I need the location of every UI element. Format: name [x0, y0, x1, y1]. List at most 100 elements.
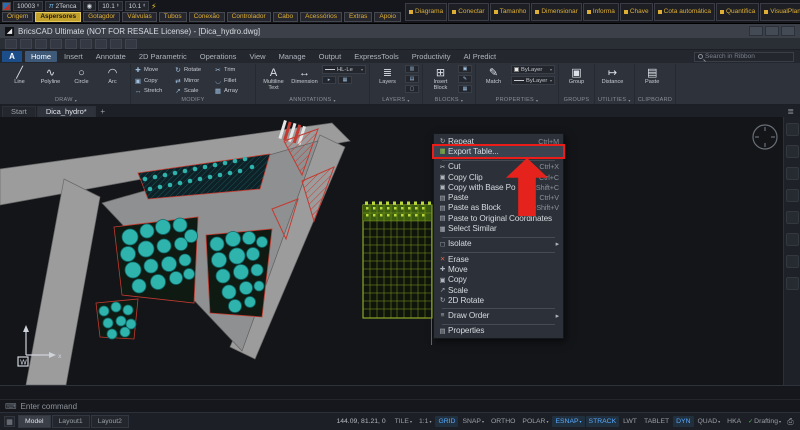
plugin-tab[interactable]: Tubos: [159, 12, 187, 22]
ribbon-small-button[interactable]: ↗ Scale: [174, 86, 212, 97]
pi-selector[interactable]: π2Tenca: [45, 1, 81, 11]
ribbon-big-button[interactable]: ╱ Line: [5, 65, 34, 86]
ribbon-search[interactable]: [694, 52, 794, 62]
model-space-canvas[interactable]: W x ↻ Repeat Ctrl+M ▸ ▦ Export Table... …: [0, 117, 800, 385]
ribbon-small-button[interactable]: ▣ Copy: [134, 76, 172, 87]
plugin-tool-button[interactable]: Quantifica: [716, 3, 759, 21]
plugin-tab[interactable]: Válvulas: [122, 12, 157, 22]
context-menu-item[interactable]: ▸: [442, 306, 555, 309]
spinner-icon[interactable]: ▴▾: [143, 4, 145, 8]
status-toggle[interactable]: ✓ POLAR ▾: [519, 416, 551, 427]
ribbon-big-button[interactable]: ↔ Dimension: [290, 65, 319, 92]
ribbon-tab[interactable]: Productivity: [406, 51, 457, 62]
context-menu-item[interactable]: ✚ Move ▸: [434, 264, 563, 274]
camera-button[interactable]: ◉: [83, 1, 97, 11]
ribbon-search-input[interactable]: [705, 53, 790, 60]
context-menu-item[interactable]: ▦ Select Similar ▸: [434, 223, 563, 233]
color-combo[interactable]: ByLayer▾: [511, 65, 555, 74]
context-menu-item[interactable]: ▸: [442, 158, 555, 161]
plugin-tab[interactable]: Apoio: [374, 12, 401, 22]
layers-button[interactable]: ≣Layers: [373, 65, 402, 86]
navigation-wheel[interactable]: [753, 125, 777, 149]
match-properties-button[interactable]: ✎Match: [479, 65, 508, 86]
publish-icon[interactable]: ⎙: [785, 416, 796, 427]
document-tab[interactable]: Dica_hydro*: [37, 106, 96, 117]
plugin-tab[interactable]: Aspersores: [35, 12, 81, 22]
ribbon-big-button[interactable]: ○ Circle: [67, 65, 96, 86]
edit-block-button[interactable]: ✎: [458, 75, 472, 83]
status-toggle[interactable]: ✓ DYN ▾: [673, 416, 693, 427]
ribbon-small-button[interactable]: ⇄ Mirror: [174, 76, 212, 87]
plugin-tab[interactable]: Acessórios: [300, 12, 342, 22]
ribbon-tab[interactable]: View: [243, 51, 271, 62]
plugin-tab[interactable]: Extras: [344, 12, 372, 22]
ribbon-tab[interactable]: Home: [25, 51, 57, 62]
lightning-icon[interactable]: ⚡: [151, 2, 157, 11]
status-toggle[interactable]: ✓ HKA ▾: [724, 416, 744, 427]
ribbon-tab[interactable]: AI Predict: [458, 51, 503, 62]
linetype-combo[interactable]: ByLayer▾: [511, 76, 555, 85]
context-menu-item[interactable]: ≡ Draw Order ▸: [434, 310, 563, 320]
ribbon-small-button[interactable]: ✚ Move: [134, 65, 172, 76]
leader-style-combo[interactable]: HL-Le▾: [322, 65, 366, 74]
drawing-viewport[interactable]: W x: [0, 117, 783, 385]
ribbon-tab[interactable]: Annotate: [90, 51, 132, 62]
group-button[interactable]: ▣Group: [562, 65, 591, 86]
spinner-icon[interactable]: ▴▾: [117, 4, 119, 8]
document-tab[interactable]: Start: [2, 106, 36, 117]
ribbon-tab[interactable]: Manage: [273, 51, 312, 62]
counter-field[interactable]: 10003▴▾: [13, 1, 43, 11]
context-menu-item[interactable]: ▸: [442, 250, 555, 253]
status-toggle[interactable]: ✓ STRACK ▾: [586, 416, 620, 427]
context-menu-item[interactable]: ▤ Properties ▸: [434, 326, 563, 336]
distance-button[interactable]: ↦Distance: [598, 65, 627, 86]
context-menu-item[interactable]: ▣ Copy with Base Point Ctrl+Shift+C ▸: [434, 182, 563, 192]
attach-button[interactable]: ▦: [458, 85, 472, 93]
ribbon-tab[interactable]: Output: [313, 51, 348, 62]
context-menu-item[interactable]: ✕ Erase ▸: [434, 254, 563, 264]
layout-browser-icon[interactable]: ▦: [4, 416, 15, 427]
layer-off-button[interactable]: ▢: [405, 85, 419, 93]
layer-state-button[interactable]: ▥: [405, 65, 419, 73]
context-menu-item[interactable]: ↻ Repeat Ctrl+M ▸: [434, 136, 563, 146]
status-toggle[interactable]: ✓ GRID ▾: [435, 416, 458, 427]
context-menu-item[interactable]: ↻ 2D Rotate ▸: [434, 295, 563, 305]
context-menu-item[interactable]: ◻ Isolate ▸: [434, 239, 563, 249]
plugin-tool-button[interactable]: Chave: [620, 3, 653, 21]
ribbon-small-button[interactable]: ↔ Stretch: [134, 86, 172, 97]
insert-block-button[interactable]: ⊞Insert Block: [426, 65, 455, 92]
context-menu-item[interactable]: ▸: [442, 322, 555, 325]
plugin-tool-button[interactable]: VisualPlan: [760, 3, 800, 21]
size-field-2[interactable]: 10.1▴▾: [125, 1, 149, 11]
table-button[interactable]: ▦: [338, 76, 352, 84]
status-toggle[interactable]: ✓ 1:1 ▾: [416, 416, 434, 427]
plugin-tool-button[interactable]: Cota automática: [654, 3, 715, 21]
plugin-tab[interactable]: Cabo: [273, 12, 299, 22]
paste-button[interactable]: ▤Paste: [638, 65, 667, 86]
ribbon-small-button[interactable]: ◡ Fillet: [214, 76, 252, 87]
status-toggle[interactable]: ✓ TABLET ▾: [641, 416, 672, 427]
status-toggle[interactable]: ✓ SNAP ▾: [459, 416, 487, 427]
status-toggle[interactable]: ✓ LWT ▾: [620, 416, 640, 427]
layout-tab[interactable]: Layout1: [52, 415, 90, 428]
leader-button[interactable]: ▸: [322, 76, 336, 84]
status-toggle[interactable]: ✓ ORTHO ▾: [488, 416, 518, 427]
ribbon-big-button[interactable]: ◠ Arc: [98, 65, 127, 86]
context-menu-item[interactable]: ▸: [442, 235, 555, 238]
ribbon-small-button[interactable]: ▦ Array: [214, 86, 252, 97]
ribbon-tab[interactable]: ExpressTools: [348, 51, 405, 62]
status-toggle[interactable]: ✓ TILE ▾: [392, 416, 415, 427]
ribbon-app-menu-button[interactable]: A: [2, 51, 22, 62]
plugin-tab[interactable]: Conexão: [189, 12, 225, 22]
context-menu-item[interactable]: ▤ Paste to Original Coordinates ▸: [434, 213, 563, 223]
ribbon-tab[interactable]: Operations: [194, 51, 243, 62]
size-field-1[interactable]: 10.1▴▾: [98, 1, 122, 11]
context-menu-item[interactable]: ▤ Paste as Block Ctrl+Shift+V ▸: [434, 203, 563, 213]
create-block-button[interactable]: ▣: [458, 65, 472, 73]
context-menu-item[interactable]: ▣ Copy ▸: [434, 275, 563, 285]
ribbon-big-button[interactable]: A Multiline Text: [259, 65, 288, 92]
tab-list-icon[interactable]: ≣: [787, 107, 798, 116]
plugin-tab[interactable]: Gotagdor: [83, 12, 120, 22]
ribbon-small-button[interactable]: ↻ Rotate: [174, 65, 212, 76]
ribbon-tab[interactable]: 2D Parametric: [133, 51, 193, 62]
